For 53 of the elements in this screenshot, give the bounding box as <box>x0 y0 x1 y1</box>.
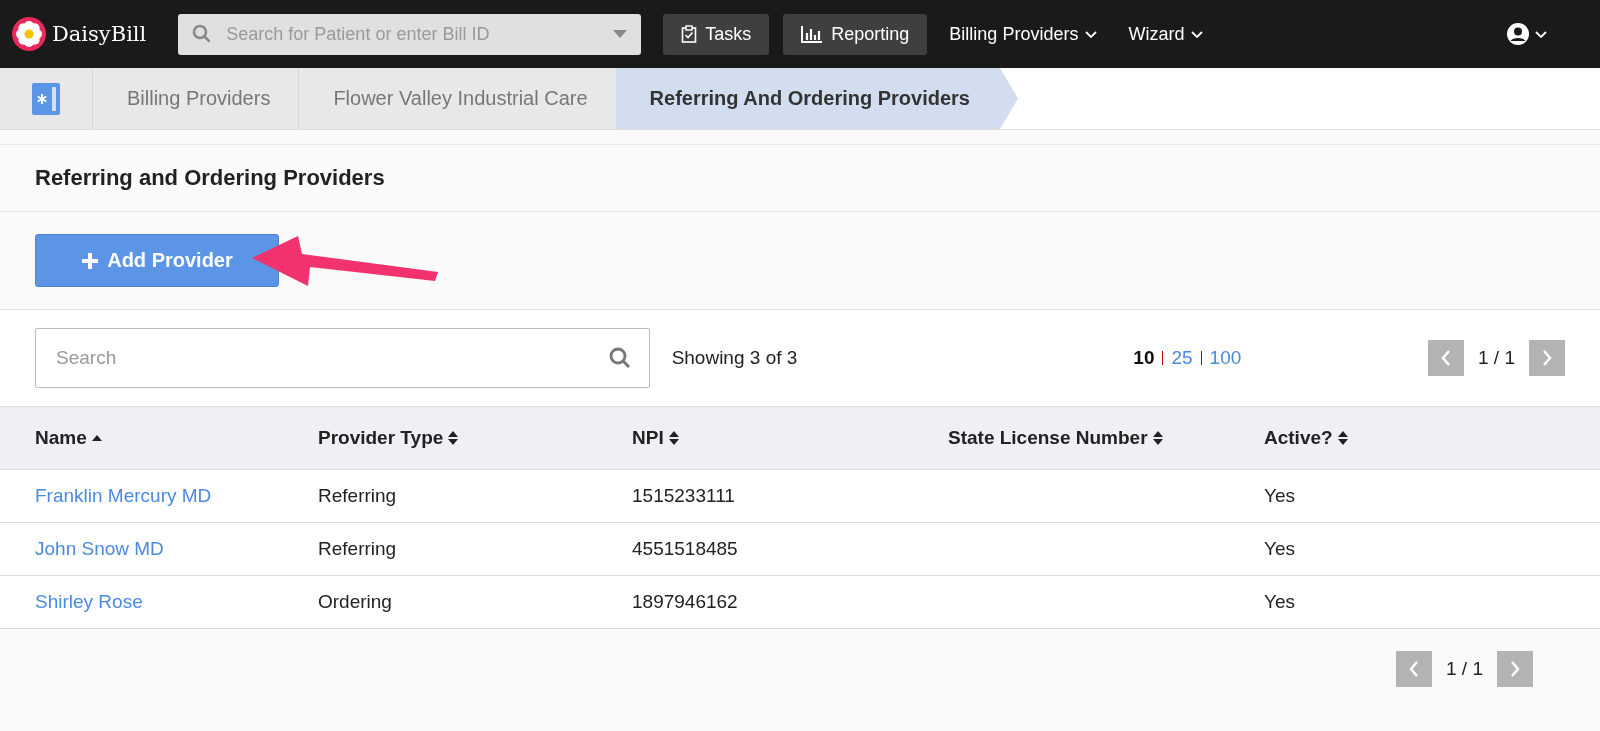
nav-menu[interactable]: Wizard <box>1120 23 1213 45</box>
table-cell: Referring <box>318 485 397 506</box>
table-cell: 1897946162 <box>632 591 738 612</box>
next-page-button[interactable] <box>1497 651 1533 687</box>
brand-name[interactable]: DaisyBill <box>52 22 147 46</box>
results-count: Showing 3 of 3 <box>671 347 799 369</box>
bar-chart-icon <box>801 25 824 43</box>
breadcrumb-link[interactable]: Billing Providers <box>92 68 299 129</box>
search-field[interactable]: Search for Patient or enter Bill ID <box>178 13 642 55</box>
nav-button[interactable]: Tasks <box>663 13 770 55</box>
column-header[interactable]: Active? <box>1264 427 1348 449</box>
page-indicator: 1 / 1 <box>1478 347 1515 369</box>
previous-page-button[interactable] <box>1396 651 1432 687</box>
column-header[interactable]: NPI <box>632 427 679 449</box>
previous-page-button[interactable] <box>1428 340 1464 376</box>
page-size-link[interactable]: 25 <box>1171 347 1193 369</box>
table-cell: Yes <box>1264 538 1295 559</box>
user-avatar-icon <box>1506 22 1530 46</box>
column-header[interactable]: Name <box>35 427 102 449</box>
chevron-down-icon <box>1534 28 1548 40</box>
chevron-right-icon <box>1541 349 1553 367</box>
clipboard-icon <box>681 25 698 43</box>
dropdown-caret-icon <box>613 30 628 38</box>
search-icon <box>608 347 631 369</box>
chevron-left-icon <box>1408 660 1420 678</box>
plus-icon <box>81 251 100 270</box>
breadcrumb-link[interactable]: Flower Valley Industrial Care <box>298 68 616 129</box>
daisy-logo-icon <box>12 17 46 51</box>
chevron-left-icon <box>1440 349 1452 367</box>
table-cell: Yes <box>1264 591 1295 612</box>
nav-button[interactable]: Reporting <box>783 13 928 55</box>
search-field[interactable]: Search <box>35 328 650 388</box>
table-cell: 1515233111 <box>632 485 735 506</box>
page-size-link[interactable]: 100 <box>1209 347 1242 369</box>
table-cell: Yes <box>1264 485 1295 506</box>
next-page-button[interactable] <box>1529 340 1565 376</box>
provider-name-link[interactable]: Shirley Rose <box>35 591 143 612</box>
nav-menu[interactable]: Billing Providers <box>941 23 1107 45</box>
chevron-down-icon <box>1084 28 1099 40</box>
search-icon <box>192 24 213 44</box>
page-title: Referring and Ordering Providers <box>0 144 1600 212</box>
breadcrumb-link[interactable]: Referring And Ordering Providers <box>615 68 1018 129</box>
medical-card-icon <box>32 82 60 115</box>
table-cell: 4551518485 <box>632 538 738 559</box>
column-header[interactable]: Provider Type <box>318 427 459 449</box>
page-indicator: 1 / 1 <box>1446 658 1483 680</box>
search-input[interactable]: Search for Patient or enter Bill ID <box>224 22 602 46</box>
chevron-right-icon <box>1509 660 1521 678</box>
table-cell: Ordering <box>318 591 392 612</box>
page-size-link[interactable]: 10 <box>1133 347 1155 369</box>
table-cell: Referring <box>318 538 397 559</box>
chevron-down-icon <box>1190 28 1205 40</box>
provider-name-link[interactable]: John Snow MD <box>35 538 164 559</box>
